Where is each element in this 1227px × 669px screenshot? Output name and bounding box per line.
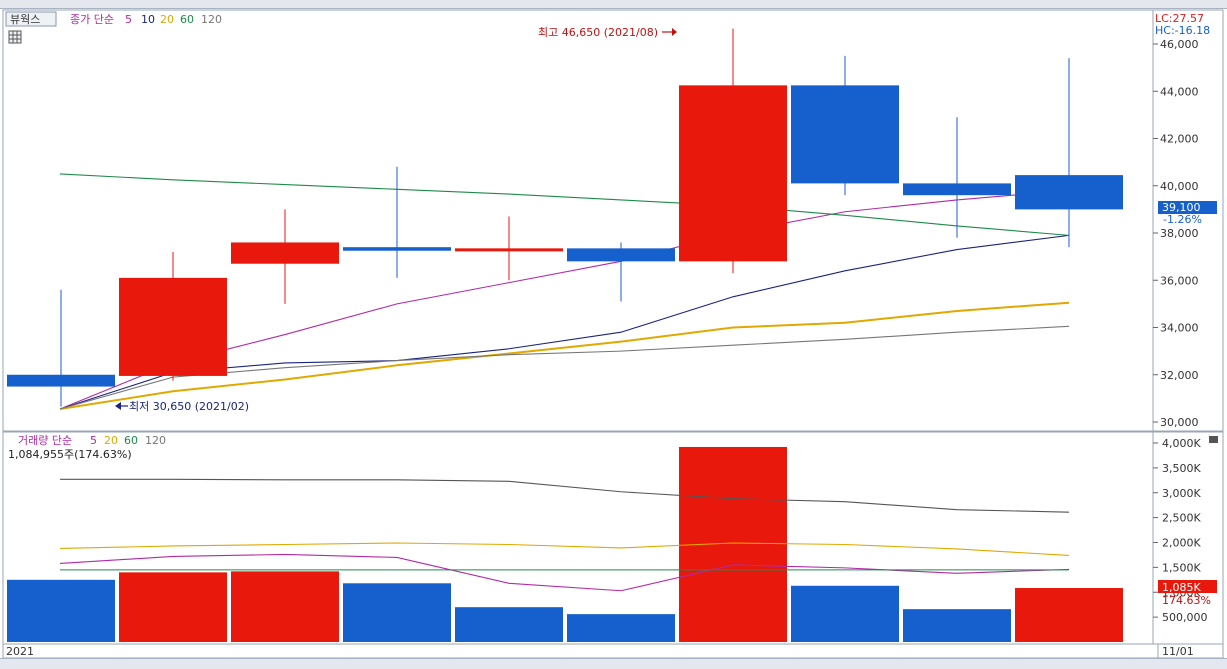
price-tick-label: 30,000 (1160, 416, 1199, 429)
volume-tick-label: 3,000K (1162, 487, 1201, 500)
collapse-button[interactable] (1209, 436, 1218, 443)
grid-icon[interactable] (8, 30, 22, 44)
current-volume-ratio: 174.63% (1162, 594, 1211, 607)
candle-body (119, 277, 227, 376)
x-axis-end-label: 11/01 (1162, 645, 1194, 658)
price-legend-label: 종가 단순 (70, 13, 114, 26)
high-marker: 최고 46,650 (2021/08) (538, 26, 658, 39)
current-volume: 1,085K (1162, 581, 1201, 594)
volume-bar (455, 607, 563, 642)
bottom-scroll-strip[interactable] (0, 658, 1227, 669)
volume-tick-label: 3,500K (1162, 462, 1201, 475)
price-tick-label: 38,000 (1160, 227, 1199, 240)
price-tick-label: 44,000 (1160, 85, 1199, 98)
volume-tick-label: 2,000K (1162, 537, 1201, 550)
price-legend-60: 60 (180, 13, 194, 26)
candle-body (903, 183, 1011, 196)
stock-chart: 30,000 32,000 34,000 36,000 38,000 40,000 42,0… (2, 9, 1224, 659)
volume-bar (231, 571, 339, 642)
volume-legend-120: 120 (145, 434, 166, 447)
volume-legend-5: 5 (90, 434, 97, 447)
price-legend-5: 5 (125, 13, 132, 26)
volume-tick-label: 2,500K (1162, 512, 1201, 525)
price-tick-label: 32,000 (1160, 369, 1199, 382)
view-button-label: 뷰웍스 (10, 13, 40, 26)
price-legend-10: 10 (141, 13, 155, 26)
price-legend-120: 120 (201, 13, 222, 26)
volume-info: 1,084,955주(174.63%) (8, 448, 132, 461)
current-change: -1.26% (1163, 213, 1202, 226)
candle-body (7, 374, 115, 387)
candle-body (679, 85, 787, 262)
volume-bar (343, 583, 451, 642)
volume-tick-label: 4,000K (1162, 437, 1201, 450)
candle-body (791, 85, 899, 184)
volume-bar (1015, 588, 1123, 642)
volume-bar (791, 585, 899, 642)
price-legend-20: 20 (160, 13, 174, 26)
candle-body (343, 247, 451, 251)
low-marker: 최저 30,650 (2021/02) (129, 400, 249, 413)
candle-body (455, 248, 563, 252)
volume-bar (7, 579, 115, 642)
volume-legend-60: 60 (124, 434, 138, 447)
price-tick-label: 46,000 (1160, 38, 1199, 51)
price-tick-label: 42,000 (1160, 133, 1199, 146)
volume-tick-label: 500,000 (1162, 611, 1208, 624)
hc-label: HC:-16.18 (1155, 24, 1210, 37)
candle-body (567, 248, 675, 262)
volume-legend-20: 20 (104, 434, 118, 447)
volume-bar (119, 572, 227, 642)
x-axis-start-label: 2021 (6, 645, 34, 658)
candle-body (1015, 175, 1123, 210)
volume-bar (567, 614, 675, 642)
volume-bar (903, 609, 1011, 642)
candle-body (231, 242, 339, 264)
price-tick-label: 34,000 (1160, 322, 1199, 335)
volume-tick-label: 1,500K (1162, 561, 1201, 574)
price-tick-label: 40,000 (1160, 180, 1199, 193)
date-axis-panel (2, 643, 1224, 659)
price-tick-label: 36,000 (1160, 274, 1199, 287)
volume-legend-label: 거래량 단순 (18, 434, 72, 447)
